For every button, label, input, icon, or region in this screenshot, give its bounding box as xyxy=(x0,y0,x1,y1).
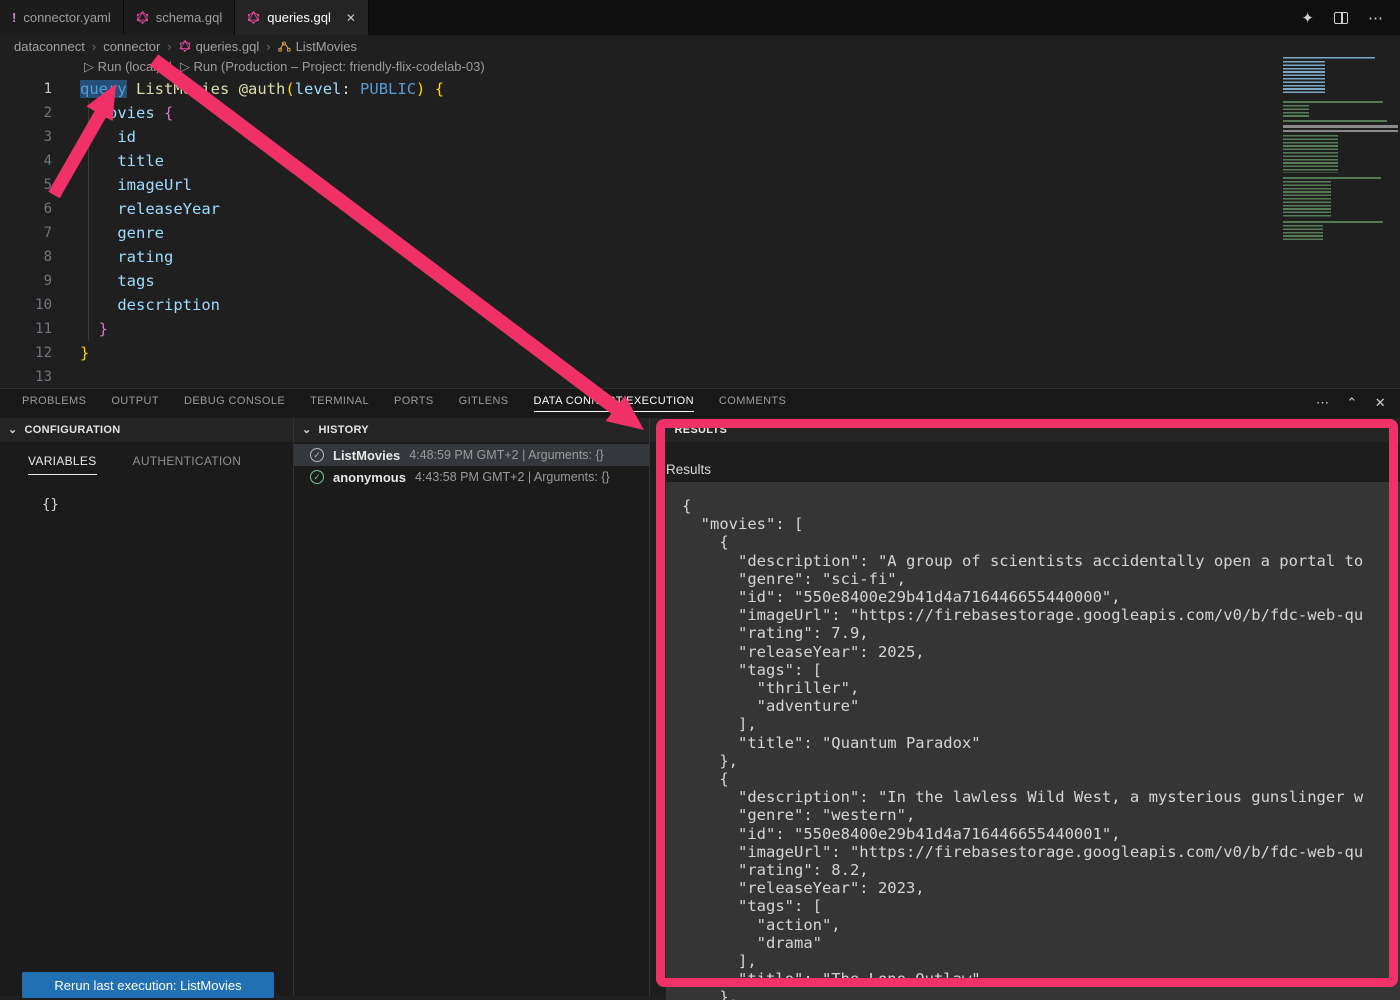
tab-queries-gql[interactable]: queries.gql ✕ xyxy=(235,0,369,35)
copilot-sparkle-icon[interactable]: ✦ xyxy=(1301,9,1314,27)
minimap[interactable] xyxy=(1283,57,1398,243)
success-check-icon: ✓ xyxy=(310,448,324,462)
graphql-icon xyxy=(136,11,149,24)
bottom-panel: PROBLEMS OUTPUT DEBUG CONSOLE TERMINAL P… xyxy=(0,388,1400,995)
history-list: ✓ ListMovies 4:48:59 PM GMT+2 | Argument… xyxy=(294,444,649,488)
tab-label: schema.gql xyxy=(156,10,222,25)
vscode-window: ! connector.yaml schema.gql queries.gql … xyxy=(0,0,1400,995)
chevron-down-icon: ⌄ xyxy=(8,423,18,436)
code-editor[interactable]: ▷ Run (local) | ▷ Run (Production – Proj… xyxy=(0,57,1400,388)
panel-tab-gitlens[interactable]: GITLENS xyxy=(459,395,509,412)
breadcrumb-label: queries.gql xyxy=(196,39,260,54)
panel-more-icon[interactable]: ⋯ xyxy=(1316,395,1329,411)
breadcrumb-connector[interactable]: connector xyxy=(103,39,160,54)
panel-tab-bar: PROBLEMS OUTPUT DEBUG CONSOLE TERMINAL P… xyxy=(0,389,1400,417)
panel-tab-output[interactable]: OUTPUT xyxy=(111,395,159,412)
editor-actions: ✦ ⋯ xyxy=(1301,0,1400,35)
codelens-row: ▷ Run (local) | ▷ Run (Production – Proj… xyxy=(84,59,485,75)
panel-body: ⌄ CONFIGURATION VARIABLES AUTHENTICATION… xyxy=(0,418,1400,996)
breadcrumb-separator: › xyxy=(167,39,171,54)
breadcrumb-label: ListMovies xyxy=(296,39,357,54)
tab-schema-gql[interactable]: schema.gql xyxy=(124,0,235,35)
tab-label: connector.yaml xyxy=(23,10,110,25)
query-symbol-icon xyxy=(278,40,291,53)
panel-tab-debug-console[interactable]: DEBUG CONSOLE xyxy=(184,395,285,412)
results-heading: Results xyxy=(666,462,1400,477)
variables-value[interactable]: {} xyxy=(42,497,293,513)
history-section: ⌄ HISTORY ✓ ListMovies 4:48:59 PM GMT+2 … xyxy=(294,418,650,996)
success-check-icon: ✓ xyxy=(310,470,324,484)
tab-variables[interactable]: VARIABLES xyxy=(28,454,97,475)
history-entry-meta: 4:48:59 PM GMT+2 | Arguments: {} xyxy=(409,448,604,462)
panel-tab-problems[interactable]: PROBLEMS xyxy=(22,395,86,412)
history-header[interactable]: ⌄ HISTORY xyxy=(294,418,649,442)
history-entry-name: ListMovies xyxy=(333,448,400,463)
configuration-title: CONFIGURATION xyxy=(25,424,121,436)
codelens-divider: | xyxy=(168,59,171,75)
breadcrumb-listmovies[interactable]: ListMovies xyxy=(278,39,357,54)
panel-tab-terminal[interactable]: TERMINAL xyxy=(310,395,369,412)
split-editor-icon[interactable] xyxy=(1334,12,1348,24)
tab-authentication[interactable]: AUTHENTICATION xyxy=(133,454,242,475)
breadcrumb: dataconnect › connector › queries.gql › … xyxy=(0,35,1400,57)
panel-close-icon[interactable]: ✕ xyxy=(1375,395,1386,411)
more-actions-icon[interactable]: ⋯ xyxy=(1368,9,1384,27)
results-title: RESULTS xyxy=(675,424,728,436)
results-json-viewer[interactable]: { "movies": [ { "description": "A group … xyxy=(666,482,1400,1000)
panel-controls: ⋯ ⌃ ✕ xyxy=(1316,395,1400,411)
chevron-down-icon: ⌄ xyxy=(658,423,668,436)
rerun-last-execution-button[interactable]: Rerun last execution: ListMovies xyxy=(22,972,274,998)
chevron-down-icon: ⌄ xyxy=(302,423,312,436)
yaml-file-icon: ! xyxy=(12,11,16,24)
run-local-link[interactable]: ▷ Run (local) xyxy=(84,59,160,75)
configuration-header[interactable]: ⌄ CONFIGURATION xyxy=(0,418,293,442)
panel-tab-ports[interactable]: PORTS xyxy=(394,395,434,412)
tab-connector-yaml[interactable]: ! connector.yaml xyxy=(0,0,124,35)
results-section: ⌄ RESULTS Results { "movies": [ { "descr… xyxy=(650,418,1400,996)
configuration-subtabs: VARIABLES AUTHENTICATION xyxy=(0,442,293,475)
editor-tab-bar: ! connector.yaml schema.gql queries.gql … xyxy=(0,0,1400,35)
history-title: HISTORY xyxy=(319,424,369,436)
breadcrumb-queries-gql[interactable]: queries.gql xyxy=(179,39,260,54)
history-row-listmovies[interactable]: ✓ ListMovies 4:48:59 PM GMT+2 | Argument… xyxy=(294,444,649,466)
history-entry-name: anonymous xyxy=(333,470,406,485)
history-row-anonymous[interactable]: ✓ anonymous 4:43:58 PM GMT+2 | Arguments… xyxy=(294,466,649,488)
graphql-icon xyxy=(179,40,191,52)
code-lines: 1query ListMovies @auth(level: PUBLIC) {… xyxy=(0,77,1280,388)
history-entry-meta: 4:43:58 PM GMT+2 | Arguments: {} xyxy=(415,470,610,484)
close-tab-icon[interactable]: ✕ xyxy=(346,11,356,25)
breadcrumb-separator: › xyxy=(92,39,96,54)
breadcrumb-separator: › xyxy=(266,39,270,54)
configuration-section: ⌄ CONFIGURATION VARIABLES AUTHENTICATION… xyxy=(0,418,294,996)
run-production-link[interactable]: ▷ Run (Production – Project: friendly-fl… xyxy=(180,59,485,75)
results-header[interactable]: ⌄ RESULTS xyxy=(650,418,1400,442)
tab-label: queries.gql xyxy=(267,10,331,25)
panel-tab-comments[interactable]: COMMENTS xyxy=(719,395,786,412)
panel-tab-data-connect-execution[interactable]: DATA CONNECT EXECUTION xyxy=(534,395,694,412)
panel-maximize-icon[interactable]: ⌃ xyxy=(1346,395,1357,411)
graphql-icon xyxy=(247,11,260,24)
breadcrumb-dataconnect[interactable]: dataconnect xyxy=(14,39,85,54)
